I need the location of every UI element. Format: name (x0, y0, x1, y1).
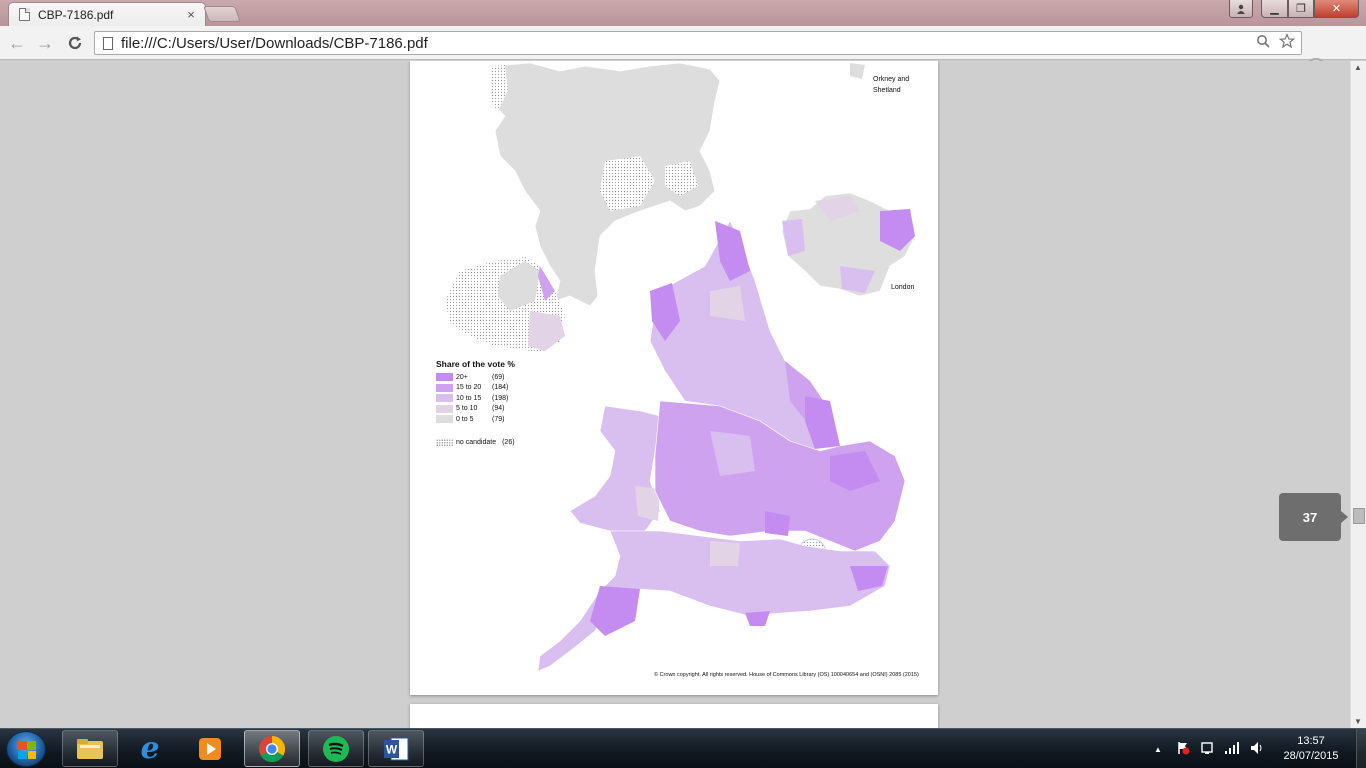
internet-explorer-button[interactable]: e (122, 730, 178, 767)
legend-count: (69) (492, 373, 505, 381)
legend-swatch (436, 404, 453, 413)
pdf-next-page (410, 704, 938, 728)
legend-swatch (436, 415, 453, 424)
network-adapter-icon[interactable] (1200, 741, 1214, 758)
scroll-up-arrow[interactable]: ▲ (1354, 63, 1362, 72)
tray-expand-icon[interactable]: ▲ (1154, 745, 1162, 754)
legend-count: (26) (502, 439, 515, 446)
show-desktop-button[interactable] (1356, 729, 1366, 768)
browser-toolbar: ← → (0, 26, 1366, 78)
legend-row: 15 to 20 (184) (436, 383, 515, 394)
tab-pdf[interactable]: CBP-7186.pdf × (8, 2, 206, 26)
pdf-page: Orkney and Shetland London Share of the … (410, 61, 938, 695)
legend-row: 0 to 5 (79) (436, 414, 515, 425)
legend-no-candidate-label: no candidate (456, 439, 497, 446)
legend-range: 20+ (456, 373, 468, 381)
back-button[interactable]: ← (6, 32, 28, 54)
clock-date: 28/07/2015 (1283, 750, 1339, 762)
url-input[interactable] (121, 34, 1253, 52)
legend-range: 0 to 5 (456, 415, 474, 423)
folder-icon (77, 738, 103, 759)
page-icon (103, 36, 113, 50)
internet-explorer-icon: e (140, 731, 160, 766)
volume-icon[interactable] (1249, 741, 1263, 758)
document-icon (19, 8, 30, 21)
legend-count: (198) (492, 394, 509, 402)
legend-row: 10 to 15 (198) (436, 393, 515, 404)
legend-title: Share of the vote % (436, 359, 515, 369)
windows-logo-icon (18, 741, 36, 759)
user-icon[interactable] (1229, 0, 1253, 18)
reload-button[interactable] (64, 32, 86, 54)
legend-row: 5 to 10 (94) (436, 404, 515, 415)
spotify-button[interactable] (308, 730, 364, 767)
legend-no-candidate: no candidate (26) (436, 438, 515, 447)
legend-row: 20+ (69) (436, 372, 515, 383)
file-explorer-button[interactable] (62, 730, 118, 767)
legend-swatch (436, 438, 453, 447)
word-button[interactable]: W (368, 730, 424, 767)
london-label: London (891, 284, 915, 291)
scroll-thumb[interactable] (1353, 508, 1365, 524)
legend-range: 15 to 20 (456, 384, 482, 392)
forward-button[interactable]: → (34, 32, 56, 54)
orkney-shetland-label: Orkney and Shetland (873, 76, 910, 94)
media-player-icon (199, 737, 221, 760)
legend-count: (94) (492, 405, 505, 413)
legend-swatch (436, 373, 453, 382)
new-tab-button[interactable] (203, 6, 241, 22)
legend-count: (184) (492, 384, 509, 392)
minimize-button[interactable]: ▁ (1261, 0, 1288, 18)
media-player-button[interactable] (182, 730, 238, 767)
search-icon[interactable] (1253, 34, 1273, 52)
star-icon[interactable] (1277, 32, 1297, 53)
legend-range: 5 to 10 (456, 405, 478, 413)
title-bar: CBP-7186.pdf × ▁ ❐ ✕ (0, 0, 1366, 26)
tab-close-button[interactable]: × (183, 7, 199, 22)
pdf-viewer: Orkney and Shetland London Share of the … (0, 61, 1350, 728)
map-legend: Share of the vote % 20+ (69) 15 to 20 (184… (436, 359, 515, 447)
legend-count: (79) (492, 415, 505, 423)
start-button[interactable] (6, 731, 46, 767)
signal-strength-icon[interactable] (1224, 741, 1240, 758)
legend-range: 10 to 15 (456, 394, 482, 402)
scroll-down-arrow[interactable]: ▼ (1354, 717, 1362, 726)
action-center-icon[interactable] (1176, 741, 1190, 758)
taskbar: e W ▲ 13:57 28/07/2015 (0, 728, 1366, 768)
word-icon: W (384, 737, 409, 760)
system-clock[interactable]: 13:57 28/07/2015 (1272, 734, 1350, 764)
clock-time: 13:57 (1297, 735, 1325, 747)
maximize-button[interactable]: ❐ (1288, 0, 1314, 18)
chrome-button[interactable] (244, 730, 300, 767)
page-number-indicator: 37 (1279, 493, 1348, 541)
tab-title: CBP-7186.pdf (38, 7, 114, 22)
chrome-icon (259, 735, 286, 762)
legend-swatch (436, 383, 453, 392)
close-window-button[interactable]: ✕ (1314, 0, 1359, 18)
legend-swatch (436, 394, 453, 403)
scrollbar[interactable]: ▲ ▼ (1350, 61, 1366, 728)
svg-text:W: W (386, 742, 398, 756)
copyright-notice: © Crown copyright. All rights reserved. … (654, 672, 919, 678)
spotify-icon (323, 735, 349, 762)
address-bar[interactable] (94, 31, 1302, 55)
